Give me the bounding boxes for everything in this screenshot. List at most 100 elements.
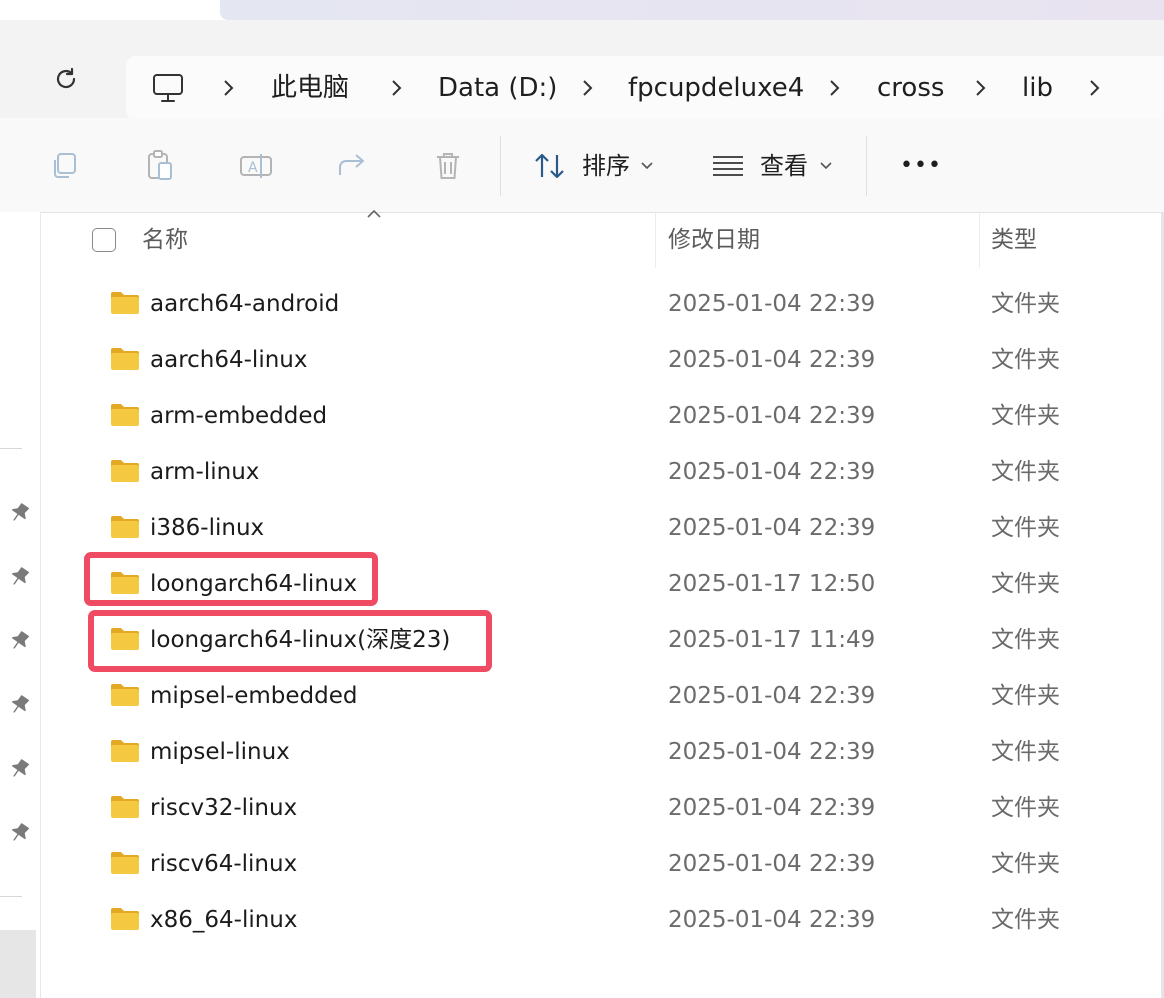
file-name[interactable]: mipsel-linux: [150, 724, 290, 780]
column-divider[interactable]: [979, 212, 980, 268]
file-name[interactable]: arm-embedded: [150, 388, 327, 444]
file-row[interactable]: aarch64-linux 2025-01-04 22:39 文件夹: [40, 332, 1164, 388]
file-type: 文件夹: [991, 907, 1060, 933]
delete-icon: [437, 153, 459, 179]
delete-button[interactable]: [428, 146, 468, 186]
chevron-right-icon[interactable]: [1084, 56, 1104, 120]
file-name[interactable]: aarch64-linux: [150, 332, 307, 388]
sort-button[interactable]: 排序: [582, 146, 630, 186]
tab-shape: [220, 0, 1164, 20]
file-date: 2025-01-17 12:50: [668, 571, 876, 597]
address-bar[interactable]: 此电脑 Data (D:) fpcupdeluxe4 cross lib: [126, 56, 1164, 120]
file-name[interactable]: riscv64-linux: [150, 836, 297, 892]
refresh-button[interactable]: [40, 53, 92, 105]
file-row[interactable]: loongarch64-linux(深度23) 2025-01-17 11:49 文…: [40, 612, 1164, 668]
file-date: 2025-01-17 11:49: [668, 627, 876, 653]
more-button[interactable]: •••: [900, 146, 942, 186]
folder-icon: [111, 740, 139, 762]
file-row[interactable]: riscv32-linux 2025-01-04 22:39 文件夹: [40, 780, 1164, 836]
breadcrumb-this-pc[interactable]: 此电脑: [271, 56, 349, 120]
share-button[interactable]: [332, 146, 372, 186]
pin-icon[interactable]: [6, 500, 32, 526]
select-all-checkbox[interactable]: [92, 228, 116, 252]
file-name[interactable]: i386-linux: [150, 500, 264, 556]
folder-icon: [111, 460, 139, 482]
file-type: 文件夹: [991, 403, 1060, 429]
sort-caret-icon: [367, 209, 381, 218]
chevron-down-icon[interactable]: [641, 162, 653, 170]
file-date: 2025-01-04 22:39: [668, 851, 876, 877]
chevron-right-icon[interactable]: [824, 56, 844, 120]
copy-button[interactable]: [44, 146, 84, 186]
column-header-date[interactable]: 修改日期: [668, 212, 760, 268]
breadcrumb-cross[interactable]: cross: [877, 56, 944, 120]
file-row[interactable]: riscv64-linux 2025-01-04 22:39 文件夹: [40, 836, 1164, 892]
file-name[interactable]: loongarch64-linux: [150, 556, 357, 612]
column-divider[interactable]: [655, 212, 656, 268]
file-row[interactable]: mipsel-linux 2025-01-04 22:39 文件夹: [40, 724, 1164, 780]
file-date: 2025-01-04 22:39: [668, 795, 876, 821]
file-type: 文件夹: [991, 291, 1060, 317]
command-bar: A 排序 查看 •••: [0, 118, 1164, 213]
file-row[interactable]: arm-linux 2025-01-04 22:39 文件夹: [40, 444, 1164, 500]
pin-icon[interactable]: [6, 564, 32, 590]
command-separator: [866, 136, 867, 196]
chevron-right-icon[interactable]: [218, 56, 238, 120]
copy-icon: [54, 153, 76, 178]
file-row[interactable]: aarch64-android 2025-01-04 22:39 文件夹: [40, 276, 1164, 332]
file-type: 文件夹: [991, 347, 1060, 373]
file-row[interactable]: i386-linux 2025-01-04 22:39 文件夹: [40, 500, 1164, 556]
file-type: 文件夹: [991, 683, 1060, 709]
file-date: 2025-01-04 22:39: [668, 907, 876, 933]
navigation-pane: [0, 212, 41, 998]
pin-icon[interactable]: [6, 756, 32, 782]
pin-icon[interactable]: [6, 692, 32, 718]
chevron-right-icon[interactable]: [386, 56, 406, 120]
file-type: 文件夹: [991, 459, 1060, 485]
nav-divider: [0, 448, 22, 449]
folder-icon: [111, 908, 139, 930]
file-name[interactable]: loongarch64-linux(深度23): [150, 612, 450, 668]
file-date: 2025-01-04 22:39: [668, 683, 876, 709]
refresh-icon: [56, 67, 76, 89]
column-header: 名称 修改日期 类型: [40, 209, 1164, 268]
file-type: 文件夹: [991, 627, 1060, 653]
paste-icon: [148, 150, 172, 180]
sort-icon[interactable]: [530, 146, 570, 186]
chevron-down-icon[interactable]: [820, 162, 832, 170]
folder-icon: [111, 516, 139, 538]
file-name[interactable]: arm-linux: [150, 444, 259, 500]
file-name[interactable]: aarch64-android: [150, 276, 339, 332]
file-date: 2025-01-04 22:39: [668, 291, 876, 317]
folder-icon: [111, 292, 139, 314]
column-header-name[interactable]: 名称: [142, 212, 188, 268]
column-header-type[interactable]: 类型: [991, 212, 1037, 268]
file-date: 2025-01-04 22:39: [668, 403, 876, 429]
breadcrumb-fpcupdeluxe4[interactable]: fpcupdeluxe4: [628, 56, 804, 120]
pin-icon[interactable]: [6, 820, 32, 846]
share-icon: [339, 154, 364, 175]
folder-icon: [111, 852, 139, 874]
file-row[interactable]: x86_64-linux 2025-01-04 22:39 文件夹: [40, 892, 1164, 948]
breadcrumb-lib[interactable]: lib: [1022, 56, 1053, 120]
chevron-right-icon[interactable]: [577, 56, 597, 120]
nav-scrollbar[interactable]: [0, 930, 36, 998]
file-row[interactable]: mipsel-embedded 2025-01-04 22:39 文件夹: [40, 668, 1164, 724]
folder-icon: [111, 684, 139, 706]
view-button[interactable]: 查看: [760, 146, 808, 186]
folder-icon: [111, 572, 139, 594]
chevron-right-icon[interactable]: [970, 56, 990, 120]
view-icon[interactable]: [708, 146, 748, 186]
file-row[interactable]: loongarch64-linux 2025-01-17 12:50 文件夹: [40, 556, 1164, 612]
pin-icon[interactable]: [6, 628, 32, 654]
breadcrumb-data-drive[interactable]: Data (D:): [438, 56, 557, 120]
rename-button[interactable]: A: [236, 146, 276, 186]
file-name[interactable]: riscv32-linux: [150, 780, 297, 836]
file-name[interactable]: mipsel-embedded: [150, 668, 357, 724]
file-row[interactable]: arm-embedded 2025-01-04 22:39 文件夹: [40, 388, 1164, 444]
file-name[interactable]: x86_64-linux: [150, 892, 298, 948]
paste-button[interactable]: [140, 146, 180, 186]
rename-icon: A: [240, 154, 272, 178]
file-type: 文件夹: [991, 851, 1060, 877]
file-type: 文件夹: [991, 515, 1060, 541]
